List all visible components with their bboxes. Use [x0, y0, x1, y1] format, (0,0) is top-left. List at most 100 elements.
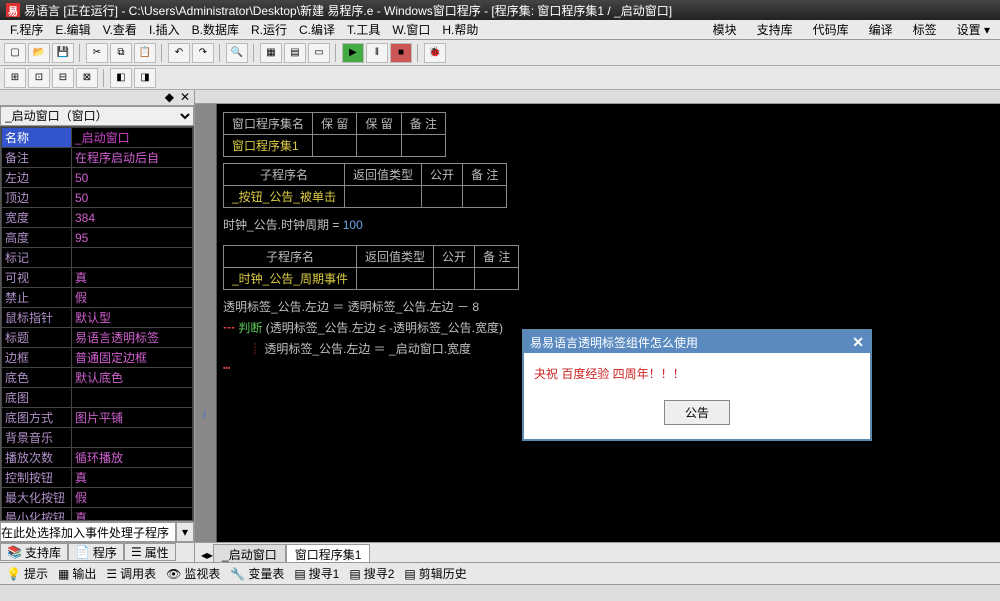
bottom-watch[interactable]: 👁 监视表	[166, 565, 220, 582]
prop-name[interactable]: 最小化按钮	[2, 508, 72, 522]
undo-icon[interactable]: ↶	[168, 43, 190, 63]
pause-icon[interactable]: ‖	[366, 43, 388, 63]
prop-name[interactable]: 高度	[2, 228, 72, 248]
close-icon[interactable]: ✕	[852, 334, 864, 351]
prop-value[interactable]	[72, 248, 193, 268]
copy-icon[interactable]: ⧉	[110, 43, 132, 63]
prop-value[interactable]: 50	[72, 188, 193, 208]
open-icon[interactable]: 📂	[28, 43, 50, 63]
prop-value[interactable]: 假	[72, 488, 193, 508]
menu-tools[interactable]: T.工具	[343, 21, 384, 38]
prop-value[interactable]: 默认型	[72, 308, 193, 328]
menu-insert[interactable]: I.插入	[145, 21, 184, 38]
prop-value[interactable]: 普通固定边框	[72, 348, 193, 368]
prop-name[interactable]: 顶边	[2, 188, 72, 208]
prop-value[interactable]: 循环播放	[72, 448, 193, 468]
prop-name[interactable]: 鼠标指针	[2, 308, 72, 328]
prop-value[interactable]: 假	[72, 288, 193, 308]
find-icon[interactable]: 🔍	[226, 43, 248, 63]
prop-name[interactable]: 最大化按钮	[2, 488, 72, 508]
panel-pin-icon[interactable]: ◆	[165, 90, 174, 105]
code-editor[interactable]: ↓ 窗口程序集名保 留保 留备 注 窗口程序集1 子程序名返回值类型公开备 注 …	[195, 104, 1000, 542]
prop-value[interactable]: 易语言透明标签	[72, 328, 193, 348]
bottom-clip[interactable]: ▤ 剪辑历史	[404, 565, 466, 582]
prop-name[interactable]: 边框	[2, 348, 72, 368]
prop-name[interactable]: 标记	[2, 248, 72, 268]
prop-name[interactable]: 控制按钮	[2, 468, 72, 488]
prop-value[interactable]: 真	[72, 468, 193, 488]
event-dropdown-button[interactable]: ▾	[176, 522, 194, 542]
tool-icon[interactable]: ◨	[134, 68, 156, 88]
prop-name[interactable]: 备注	[2, 148, 72, 168]
menu-support-lib[interactable]: 支持库	[753, 21, 797, 38]
bottom-vars[interactable]: 🔧 变量表	[230, 565, 284, 582]
prop-value[interactable]: 95	[72, 228, 193, 248]
property-grid[interactable]: 名称_启动窗口备注在程序启动后自左边50顶边50宽度384高度95标记可视真禁止…	[0, 126, 194, 521]
new-icon[interactable]: ▢	[4, 43, 26, 63]
tool-icon[interactable]: ◧	[110, 68, 132, 88]
menu-edit[interactable]: E.编辑	[51, 21, 94, 38]
prop-name[interactable]: 背景音乐	[2, 428, 72, 448]
prop-name[interactable]: 左边	[2, 168, 72, 188]
prop-name[interactable]: 标题	[2, 328, 72, 348]
stop-icon[interactable]: ■	[390, 43, 412, 63]
debug-icon[interactable]: 🐞	[424, 43, 446, 63]
dialog-titlebar[interactable]: 易 易语言透明标签组件怎么使用 ✕	[524, 331, 870, 353]
tool-icon[interactable]: ⊟	[52, 68, 74, 88]
prop-name[interactable]: 名称	[2, 128, 72, 148]
redo-icon[interactable]: ↷	[192, 43, 214, 63]
bottom-search1[interactable]: ▤ 搜寻1	[294, 565, 339, 582]
tab-window[interactable]: _启动窗口	[213, 544, 286, 562]
tab-programset[interactable]: 窗口程序集1	[286, 544, 371, 562]
form-icon[interactable]: ▭	[308, 43, 330, 63]
prop-name[interactable]: 可视	[2, 268, 72, 288]
tool-icon[interactable]: ⊡	[28, 68, 50, 88]
bottom-callstack[interactable]: ☰ 调用表	[106, 565, 156, 582]
bottom-tip[interactable]: 💡 提示	[6, 565, 48, 582]
prop-value[interactable]: 384	[72, 208, 193, 228]
prop-name[interactable]: 禁止	[2, 288, 72, 308]
prop-value[interactable]: 在程序启动后自	[72, 148, 193, 168]
paste-icon[interactable]: 📋	[134, 43, 156, 63]
menu-program[interactable]: F.程序	[6, 21, 47, 38]
prop-name[interactable]: 底色	[2, 368, 72, 388]
tab-program[interactable]: 📄 程序	[68, 543, 124, 561]
cut-icon[interactable]: ✂	[86, 43, 108, 63]
prop-name[interactable]: 底图	[2, 388, 72, 408]
tab-properties[interactable]: ☰ 属性	[124, 543, 176, 561]
menu-help[interactable]: H.帮助	[438, 21, 482, 38]
menu-window[interactable]: W.窗口	[388, 21, 434, 38]
prop-value[interactable]: 50	[72, 168, 193, 188]
menu-compile[interactable]: C.编译	[295, 21, 339, 38]
menu-code-lib[interactable]: 代码库	[809, 21, 853, 38]
panel-close-icon[interactable]: ✕	[180, 90, 190, 105]
prop-value[interactable]	[72, 428, 193, 448]
menu-run[interactable]: R.运行	[247, 21, 291, 38]
prop-value[interactable]: _启动窗口	[72, 128, 193, 148]
prop-value[interactable]: 真	[72, 508, 193, 522]
event-selector-input[interactable]	[0, 522, 176, 542]
save-icon[interactable]: 💾	[52, 43, 74, 63]
table-icon[interactable]: ▦	[260, 43, 282, 63]
prop-value[interactable]: 默认底色	[72, 368, 193, 388]
bottom-output[interactable]: ▦ 输出	[58, 565, 96, 582]
menu-tags[interactable]: 标签	[909, 21, 941, 38]
grid-icon[interactable]: ▤	[284, 43, 306, 63]
menu-settings[interactable]: 设置 ▾	[953, 21, 994, 38]
tool-icon[interactable]: ⊞	[4, 68, 26, 88]
prop-name[interactable]: 宽度	[2, 208, 72, 228]
tab-support-lib[interactable]: 📚 支持库	[0, 543, 68, 561]
bottom-search2[interactable]: ▤ 搜寻2	[349, 565, 394, 582]
menu-build[interactable]: 编译	[865, 21, 897, 38]
menu-database[interactable]: B.数据库	[188, 21, 243, 38]
tool-icon[interactable]: ⊠	[76, 68, 98, 88]
prop-value[interactable]: 图片平铺	[72, 408, 193, 428]
menu-view[interactable]: V.查看	[99, 21, 141, 38]
object-selector[interactable]: _启动窗口（窗口）	[0, 106, 194, 126]
prop-value[interactable]: 真	[72, 268, 193, 288]
prop-value[interactable]	[72, 388, 193, 408]
menu-module[interactable]: 模块	[709, 21, 741, 38]
run-icon[interactable]: ▶	[342, 43, 364, 63]
announce-button[interactable]: 公告	[664, 400, 730, 425]
prop-name[interactable]: 底图方式	[2, 408, 72, 428]
